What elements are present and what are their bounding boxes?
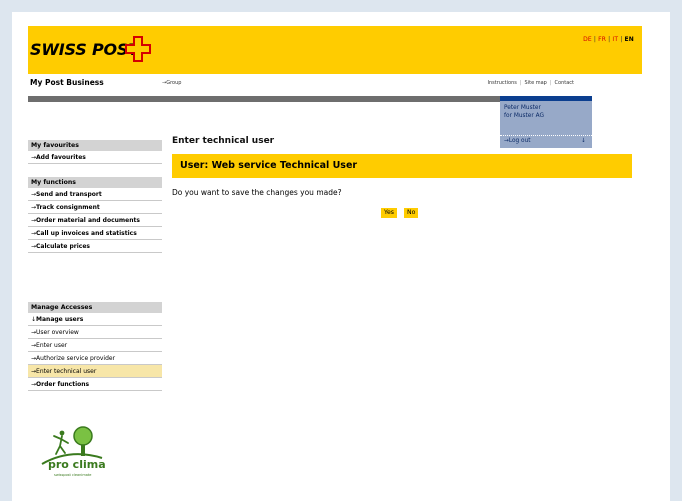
confirm-question: Do you want to save the changes you made… — [172, 188, 342, 197]
banner-title: User: Web service Technical User — [180, 160, 358, 171]
functions-heading: My functions — [28, 177, 162, 188]
sidebar-item-authorize-provider[interactable]: →Authorize service provider — [28, 352, 162, 365]
arrow-down-icon: ↓ — [581, 138, 586, 144]
pro-clima-subtext: swisspost cleanimate — [54, 473, 92, 477]
swiss-post-logo[interactable]: SWISS POST — [30, 40, 139, 59]
user-company: for Muster AG — [504, 113, 544, 119]
lang-fr[interactable]: FR — [598, 36, 606, 43]
accesses-heading: Manage Accesses — [28, 302, 162, 313]
sidebar-item-order-material[interactable]: →Order material and documents — [28, 214, 162, 227]
sidebar-item-send-transport[interactable]: →Send and transport — [28, 188, 162, 201]
sidebar-item-calculate-prices[interactable]: →Calculate prices — [28, 240, 162, 253]
page-title: Enter technical user — [172, 136, 275, 146]
sidebar-favourites: My favourites →Add favourites — [28, 140, 162, 164]
sidebar-item-enter-technical-user[interactable]: →Enter technical user — [28, 365, 162, 378]
instructions-link[interactable]: Instructions — [487, 80, 516, 86]
portal-title: My Post Business — [30, 78, 104, 87]
header-bar: SWISS POST DE | FR | IT | EN — [28, 26, 642, 74]
pro-clima-logo[interactable]: pro clima swisspost cleanimate — [40, 424, 106, 484]
top-links: Instructions | Site map | Contact — [487, 80, 574, 86]
user-name: Peter Muster — [504, 105, 541, 111]
logout-link[interactable]: →Log out ↓ — [500, 135, 592, 144]
yes-button[interactable]: Yes — [381, 208, 397, 218]
lang-de[interactable]: DE — [583, 36, 592, 43]
group-link[interactable]: →Group — [162, 80, 181, 86]
favourites-heading: My favourites — [28, 140, 162, 151]
divider-bar — [28, 96, 500, 102]
sidebar-item-order-functions[interactable]: →Order functions — [28, 378, 162, 391]
contact-link[interactable]: Contact — [555, 80, 574, 86]
sidebar-item-invoices[interactable]: →Call up invoices and statistics — [28, 227, 162, 240]
sidebar-accesses: Manage Accesses ↓Manage users →User over… — [28, 302, 162, 391]
site-map-link[interactable]: Site map — [525, 80, 547, 86]
sidebar-item-track-consignment[interactable]: →Track consignment — [28, 201, 162, 214]
sidebar-item-add-favourites[interactable]: →Add favourites — [28, 151, 162, 164]
pro-clima-text: pro clima — [48, 458, 106, 471]
swiss-cross-icon — [125, 36, 151, 62]
sidebar-item-manage-users[interactable]: ↓Manage users — [28, 313, 162, 326]
sidebar-functions: My functions →Send and transport →Track … — [28, 177, 162, 253]
sub-navigation: My Post Business →Group Instructions | Sit… — [28, 76, 642, 90]
no-button[interactable]: No — [404, 208, 419, 218]
sidebar-item-user-overview[interactable]: →User overview — [28, 326, 162, 339]
language-switcher: DE | FR | IT | EN — [583, 36, 634, 43]
sidebar-item-enter-user[interactable]: →Enter user — [28, 339, 162, 352]
section-banner: User: Web service Technical User — [172, 154, 632, 178]
user-box: Peter Muster for Muster AG →Log out ↓ — [500, 96, 592, 148]
lang-en[interactable]: EN — [624, 36, 634, 43]
